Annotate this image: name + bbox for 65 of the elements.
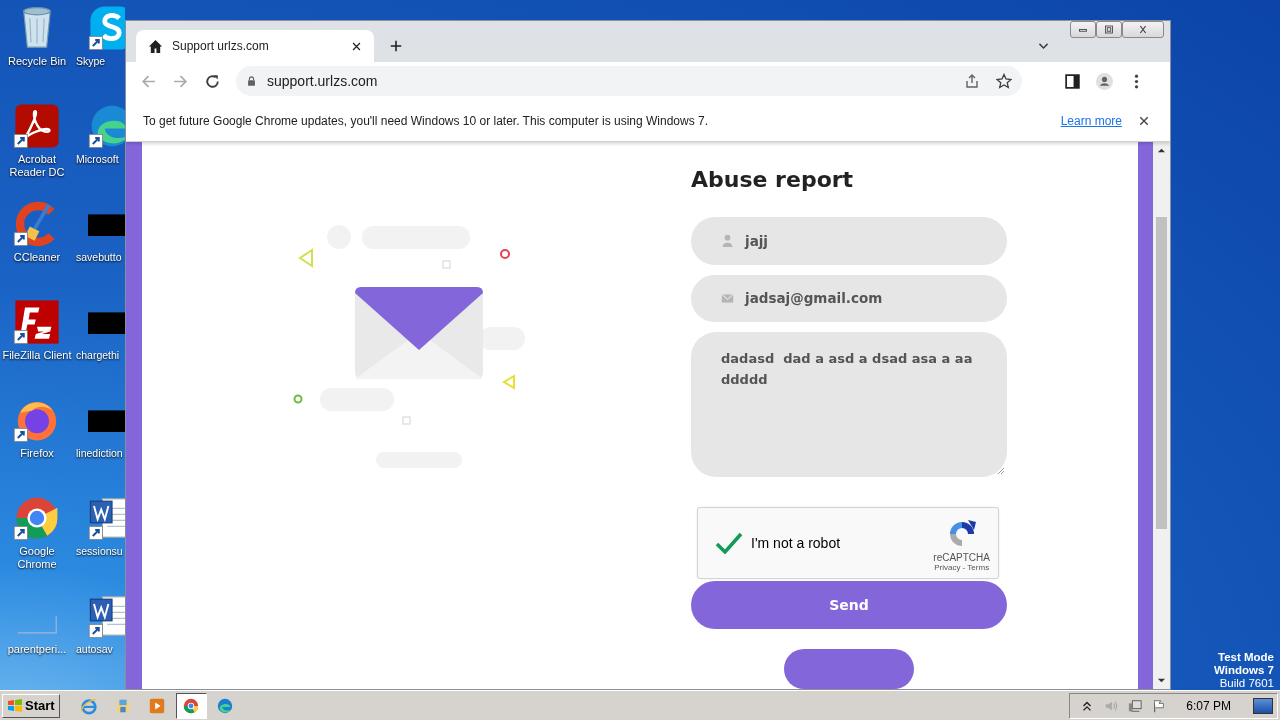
play-icon [148,696,167,715]
privacy-terms-link[interactable]: Privacy - Terms [934,563,990,572]
watermark-text: Windows 7 [1214,664,1274,677]
close-icon[interactable] [1138,114,1150,127]
icon-label: linediction [76,447,123,460]
icon-label: Skype [76,55,106,68]
minimize-button[interactable] [1070,21,1096,38]
message-field[interactable]: dadasd dad a asd a dsad asa a aa ddddd [691,332,1007,477]
browser-tab[interactable]: Support urlzs.com [136,30,374,62]
app-icon[interactable] [13,102,61,150]
profile-icon[interactable] [1096,72,1113,90]
icon-label: autosav [76,643,113,656]
icon-label: Acrobat Reader DC [8,153,66,179]
windows-logo-icon [7,697,23,714]
form-heading: Abuse report [691,167,855,192]
lock-icon [246,75,257,87]
infobar-message: To get future Google Chrome updates, you'll need Windows 10 or later. This computer is using Windows 7. [143,113,709,128]
browser-icon [80,696,99,715]
browser-icon [182,696,201,715]
network-icon[interactable] [1128,698,1143,713]
person-icon [721,234,734,248]
watermark-text: Build 7601 [1219,677,1274,690]
star-icon[interactable] [996,73,1012,89]
scroll-down-icon[interactable] [1157,676,1166,685]
start-button[interactable]: Start [2,693,60,718]
flag-icon[interactable] [1152,698,1167,713]
envelope-icon [721,291,734,305]
app-icon[interactable] [13,298,61,346]
icon-label: FileZilla Client [1,349,73,362]
app-icon[interactable] [88,4,125,52]
restore-button[interactable] [1096,21,1122,38]
scrollbar[interactable] [1153,142,1170,689]
browser-icon [216,696,235,715]
name-field[interactable]: jajj [691,217,1007,265]
taskbar-app[interactable] [175,692,207,719]
address-bar[interactable]: support.urlzs.com [236,66,1022,96]
icon-label: Microsoft [76,153,119,166]
icon-label: Recycle Bin [6,55,68,68]
recaptcha-brand: reCAPTCHA [933,552,990,563]
learn-more-link[interactable]: Learn more [1060,113,1122,128]
resize-grip-icon[interactable] [997,466,1005,475]
side-panel-icon[interactable] [1064,72,1081,90]
home-icon [148,38,163,54]
send-button[interactable]: Send [691,581,1007,629]
icon-label: Google Chrome [16,545,58,571]
captcha-label: I'm not a robot [751,535,841,551]
icon-label: Firefox [19,447,55,460]
share-icon[interactable] [964,73,980,89]
email-field[interactable]: jadsaj@gmail.com [691,274,1007,323]
scroll-up-icon[interactable] [1157,146,1166,155]
button[interactable] [784,649,914,689]
close-button[interactable] [1122,21,1164,38]
reload-icon[interactable] [204,72,221,90]
icon-label: chargethi [76,349,120,362]
clock[interactable]: 6:07 PM [1186,698,1231,713]
icon-label: savebutto [76,251,122,264]
watermark-text: Test Mode [1218,651,1274,664]
icon-label: parentperi... [6,643,68,656]
checkmark-icon[interactable] [715,532,743,554]
icon-label: CCleaner [12,251,62,264]
show-desktop-button[interactable] [1253,697,1273,714]
new-tab-icon[interactable] [389,39,403,53]
close-icon[interactable] [351,40,362,52]
restore-icon [1102,25,1116,34]
icon-label: sessionsu [76,545,123,558]
